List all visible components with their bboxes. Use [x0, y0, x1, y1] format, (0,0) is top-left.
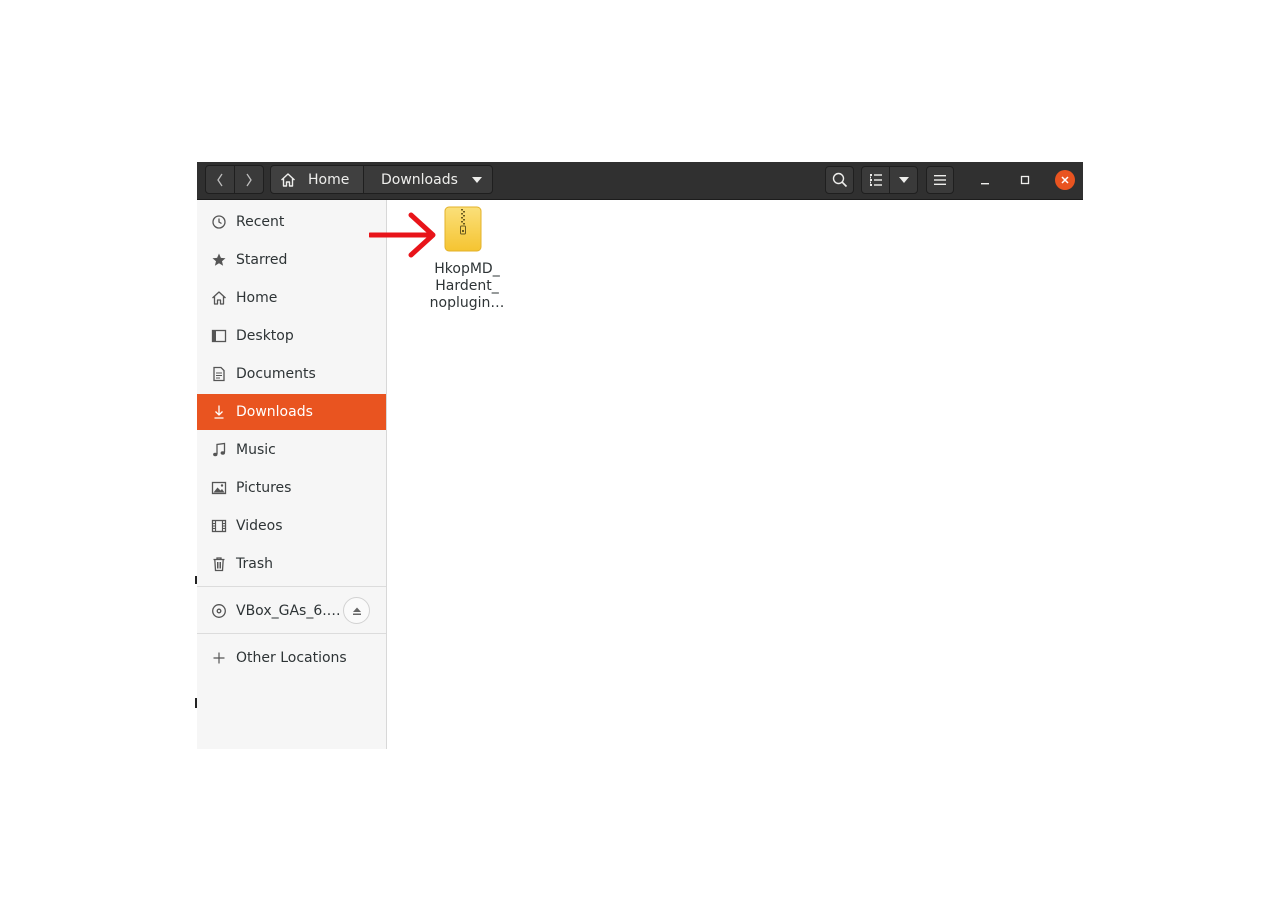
main-menu-button[interactable] [926, 166, 954, 194]
sidebar-item-label: Starred [236, 252, 288, 268]
sidebar-item-label: Downloads [236, 404, 313, 420]
close-button[interactable] [1055, 170, 1075, 190]
minimize-icon [981, 183, 989, 185]
desktop-icon [211, 329, 227, 343]
home-icon [281, 172, 295, 187]
sidebar-item-label: VBox_GAs_6.… [236, 603, 341, 619]
sidebar-item-label: Desktop [236, 328, 294, 344]
sidebar-item-label: Documents [236, 366, 316, 382]
eject-icon [352, 607, 361, 615]
video-icon [211, 519, 227, 533]
sidebar-item-other-locations[interactable]: Other Locations [197, 640, 386, 676]
sidebar-item-label: Videos [236, 518, 283, 534]
disc-icon [212, 604, 226, 618]
back-button[interactable] [205, 165, 235, 194]
sidebar-item-vbox-disc[interactable]: VBox_GAs_6.… [197, 593, 386, 629]
forward-button[interactable] [234, 165, 264, 194]
sidebar-item-label: Other Locations [236, 650, 347, 666]
download-icon [214, 405, 224, 419]
path-bar-current[interactable]: Downloads [363, 165, 493, 194]
path-current-label: Downloads [381, 171, 458, 188]
maximize-icon [1020, 175, 1030, 185]
sidebar-item-label: Home [236, 290, 278, 306]
trash-icon [213, 557, 225, 572]
file-name-line: HkopMD_ [434, 261, 500, 277]
forward-icon [246, 173, 252, 186]
maximize-button[interactable] [1015, 170, 1035, 190]
sidebar-item-trash[interactable]: Trash [197, 546, 386, 582]
archive-zip-icon [444, 206, 482, 252]
red-arrow-icon [369, 212, 436, 258]
file-name: HkopMD_ Hardent_ noplugin… [424, 261, 510, 312]
document-icon [213, 366, 225, 382]
sidebar-separator [197, 633, 386, 634]
list-view-button[interactable] [861, 166, 890, 194]
music-icon [213, 442, 226, 457]
sidebar-item-downloads[interactable]: Downloads [197, 394, 386, 430]
file-view: HkopMD_ Hardent_ noplugin… [387, 200, 1083, 749]
path-bar-home[interactable]: Home [270, 165, 364, 194]
close-icon [1061, 176, 1069, 184]
places-sidebar: Recent Starred Home Desktop Documents Do… [197, 200, 387, 749]
sidebar-item-label: Pictures [236, 480, 292, 496]
path-home-label: Home [308, 171, 350, 188]
sidebar-item-videos[interactable]: Videos [197, 508, 386, 544]
home-icon [212, 291, 226, 305]
file-name-line: noplugin… [429, 295, 505, 311]
sidebar-item-documents[interactable]: Documents [197, 356, 386, 392]
search-icon [832, 172, 847, 188]
sidebar-item-label: Trash [236, 556, 273, 572]
eject-button[interactable] [343, 597, 370, 624]
star-icon [212, 253, 226, 266]
file-manager-window: Home Downloads Recent Starred Home Deskt… [197, 162, 1083, 749]
view-options-icon [898, 177, 909, 183]
header-bar: Home Downloads [197, 162, 1083, 200]
sidebar-item-starred[interactable]: Starred [197, 242, 386, 278]
picture-icon [211, 481, 227, 495]
sidebar-item-recent[interactable]: Recent [197, 204, 386, 240]
minimize-button[interactable] [975, 170, 995, 190]
sidebar-item-desktop[interactable]: Desktop [197, 318, 386, 354]
sidebar-item-music[interactable]: Music [197, 432, 386, 468]
plus-icon [213, 652, 225, 664]
clock-icon [212, 215, 226, 229]
sidebar-item-pictures[interactable]: Pictures [197, 470, 386, 506]
search-button[interactable] [825, 166, 854, 194]
back-icon [217, 173, 223, 186]
menu-icon [934, 175, 946, 185]
file-name-line: Hardent_ [435, 278, 499, 294]
view-options-button[interactable] [889, 166, 918, 194]
sidebar-separator [197, 586, 386, 587]
chevron-down-icon [472, 177, 482, 183]
list-view-icon [869, 174, 882, 186]
sidebar-item-label: Recent [236, 214, 285, 230]
sidebar-item-home[interactable]: Home [197, 280, 386, 316]
sidebar-item-label: Music [236, 442, 276, 458]
